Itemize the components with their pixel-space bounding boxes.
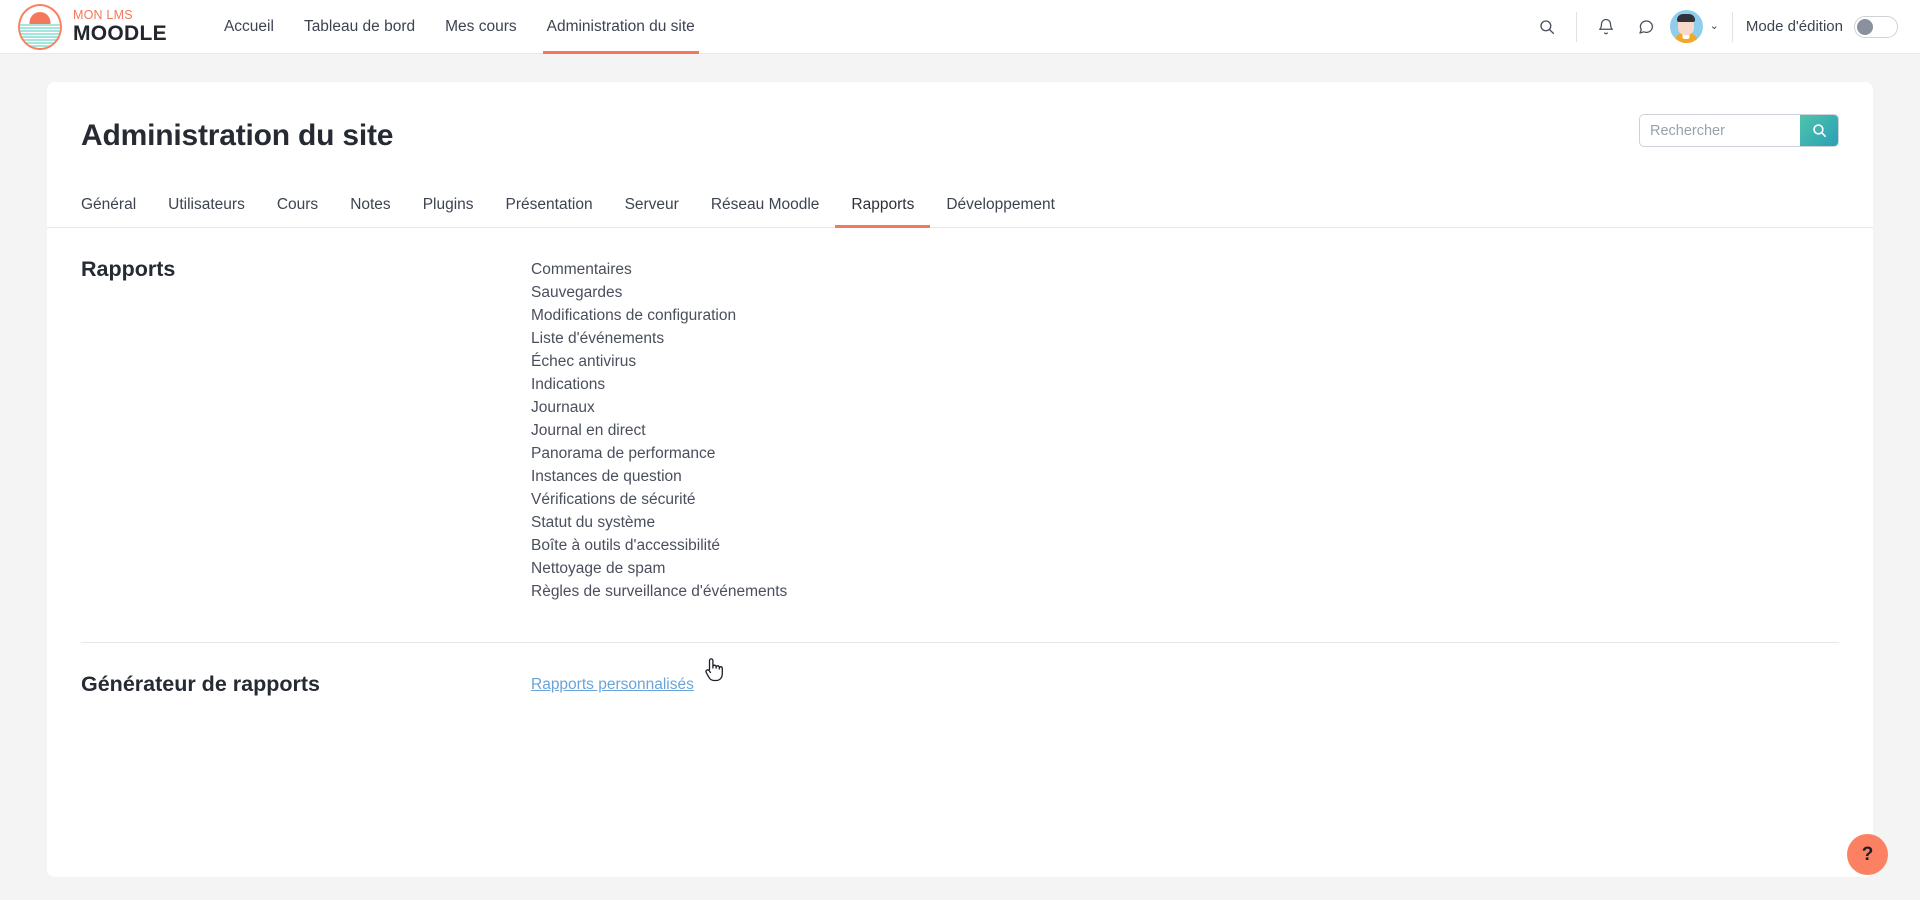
link-regles-de-surveillance-d-evenements[interactable]: Règles de surveillance d'événements [531,580,787,603]
tab-presentation[interactable]: Présentation [490,188,609,227]
search-submit-button[interactable] [1800,115,1838,146]
brand-home-link[interactable]: MON LMS MOODLE [18,4,167,50]
link-indications[interactable]: Indications [531,373,605,396]
link-sauvegardes[interactable]: Sauvegardes [531,281,622,304]
edit-mode-toggle[interactable] [1854,16,1898,38]
link-modifications-de-configuration[interactable]: Modifications de configuration [531,304,736,327]
mouse-cursor-pointer [702,656,726,686]
tab-serveur[interactable]: Serveur [609,188,695,227]
search-input[interactable] [1640,115,1800,146]
nav-link-accueil[interactable]: Accueil [209,0,289,54]
link-journal-en-direct[interactable]: Journal en direct [531,419,646,442]
bell-icon[interactable] [1586,0,1626,54]
message-icon[interactable] [1626,0,1666,54]
link-echec-antivirus[interactable]: Échec antivirus [531,350,636,373]
brand-top-label: MON LMS [73,9,167,22]
link-panorama-de-performance[interactable]: Panorama de performance [531,442,715,465]
section-links-generateur: Rapports personnalisés [531,671,694,697]
link-verifications-de-securite[interactable]: Vérifications de sécurité [531,488,696,511]
nav-link-mes-cours[interactable]: Mes cours [430,0,532,54]
section-rapports: Rapports Commentaires Sauvegardes Modifi… [47,228,1873,603]
edit-mode-control: Mode d'édition [1746,16,1898,38]
top-navbar: MON LMS MOODLE Accueil Tableau de bord M… [0,0,1920,54]
navbar-divider-2 [1732,12,1733,42]
admin-search-box [1639,114,1839,147]
tab-rapports[interactable]: Rapports [835,188,930,227]
brand-text: MON LMS MOODLE [73,9,167,45]
tab-developpement[interactable]: Développement [930,188,1071,227]
link-liste-d-evenements[interactable]: Liste d'événements [531,327,664,350]
help-button[interactable]: ? [1847,834,1888,875]
section-title-rapports: Rapports [81,256,531,603]
link-commentaires[interactable]: Commentaires [531,258,632,281]
navbar-right-cluster: ⌄ Mode d'édition [1527,0,1898,54]
tab-general[interactable]: Général [81,188,152,227]
link-instances-de-question[interactable]: Instances de question [531,465,682,488]
link-rapports-personnalises[interactable]: Rapports personnalisés [531,673,694,696]
admin-tabs: Général Utilisateurs Cours Notes Plugins… [47,168,1873,228]
navbar-divider [1576,12,1577,42]
page-container: Administration du site Général Utilisate… [0,54,1920,877]
search-icon[interactable] [1527,0,1567,54]
tab-notes[interactable]: Notes [334,188,407,227]
link-journaux[interactable]: Journaux [531,396,595,419]
brand-bottom-label: MOODLE [73,23,167,44]
tab-plugins[interactable]: Plugins [407,188,490,227]
user-menu-button[interactable]: ⌄ [1666,10,1723,43]
section-title-generateur-de-rapports: Générateur de rapports [81,671,531,697]
tab-utilisateurs[interactable]: Utilisateurs [152,188,261,227]
admin-card: Administration du site Général Utilisate… [47,82,1873,877]
section-links-rapports: Commentaires Sauvegardes Modifications d… [531,256,787,603]
tab-reseau-moodle[interactable]: Réseau Moodle [695,188,836,227]
nav-link-administration-du-site[interactable]: Administration du site [532,0,710,54]
section-generateur-de-rapports: Générateur de rapports Rapports personna… [47,643,1873,697]
edit-mode-label: Mode d'édition [1746,18,1843,35]
link-nettoyage-de-spam[interactable]: Nettoyage de spam [531,557,665,580]
tab-cours[interactable]: Cours [261,188,334,227]
card-header: Administration du site [47,82,1873,154]
nav-link-tableau-de-bord[interactable]: Tableau de bord [289,0,430,54]
chevron-down-icon: ⌄ [1710,21,1719,32]
primary-nav: Accueil Tableau de bord Mes cours Admini… [209,0,710,54]
sunset-circle-logo-icon [18,4,62,50]
avatar [1670,10,1703,43]
link-boite-a-outils-d-accessibilite[interactable]: Boîte à outils d'accessibilité [531,534,720,557]
page-title: Administration du site [81,114,393,154]
link-statut-du-systeme[interactable]: Statut du système [531,511,655,534]
